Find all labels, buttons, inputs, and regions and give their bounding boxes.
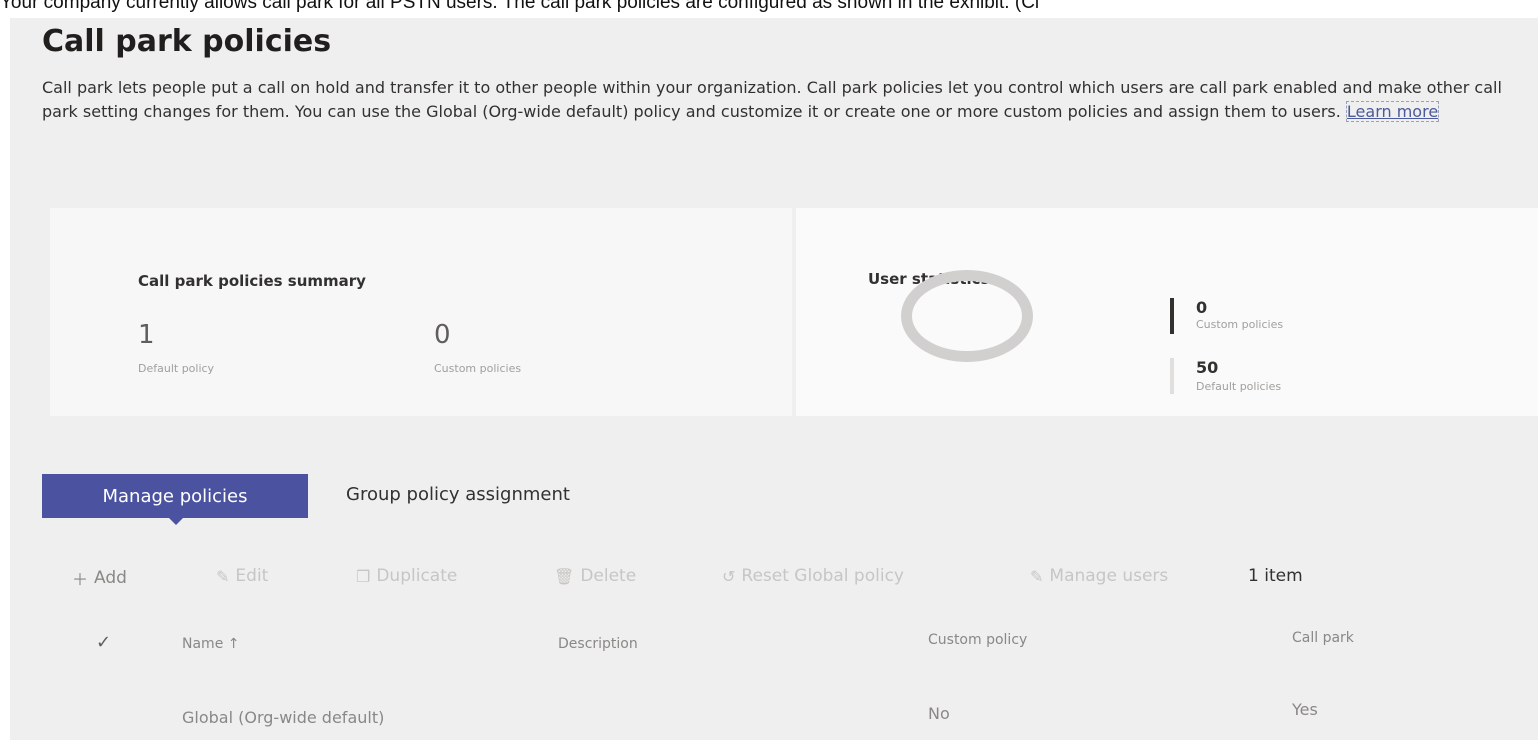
user-statistics-card: User statistics 0 Custom policies 50 Def… <box>796 208 1538 416</box>
policy-toolbar: ＋ Add ✎ Edit ❐ Duplicate 🗑 Delete ↺ Rese… <box>72 566 1472 592</box>
copy-icon: ❐ <box>356 566 371 586</box>
default-legend-marker <box>1170 358 1174 394</box>
default-users-count: 50 <box>1196 358 1219 377</box>
tab-manage-policies[interactable]: Manage policies <box>42 474 308 525</box>
custom-users-label: Custom policies <box>1196 318 1284 331</box>
learn-more-link[interactable]: Learn more <box>1345 101 1440 122</box>
summary-title: Call park policies summary <box>138 272 366 290</box>
custom-policy-label: Custom policies <box>434 362 522 375</box>
column-call-park[interactable]: Call park <box>1292 630 1354 646</box>
edit-button[interactable]: ✎ Edit <box>216 566 268 586</box>
reset-icon: ↺ <box>722 566 736 586</box>
delete-button[interactable]: 🗑 Delete <box>554 566 636 586</box>
table-header: ✓ Name ↑ Description Custom policy Call … <box>10 628 1538 672</box>
column-name[interactable]: Name ↑ <box>182 636 239 652</box>
row-custom-policy: No <box>928 704 950 723</box>
plus-icon: ＋ <box>72 570 89 589</box>
item-count: 1 item <box>1248 566 1303 586</box>
select-all-checkmark-icon[interactable]: ✓ <box>96 632 111 653</box>
edit-label: Edit <box>235 566 269 586</box>
policies-summary-card: Call park policies summary 1 Default pol… <box>50 208 792 416</box>
row-name[interactable]: Global (Org-wide default) <box>182 708 384 727</box>
default-policy-count: 1 <box>138 320 155 350</box>
table-row[interactable]: Global (Org-wide default) No Yes <box>10 694 1538 738</box>
tab-group-policy-assignment[interactable]: Group policy assignment <box>346 484 570 505</box>
default-policy-label: Default policy <box>138 362 215 375</box>
question-text: Your company currently allows call park … <box>0 0 1040 13</box>
custom-policy-count: 0 <box>434 320 451 350</box>
trash-icon: 🗑 <box>554 566 575 586</box>
page-title: Call park policies <box>42 24 332 59</box>
custom-users-count: 0 <box>1196 298 1208 317</box>
description-text: Call park lets people put a call on hold… <box>42 78 1502 121</box>
delete-label: Delete <box>580 566 637 586</box>
column-custom-policy[interactable]: Custom policy <box>928 632 1027 648</box>
add-label: Add <box>94 568 127 588</box>
reset-label: Reset Global policy <box>741 566 904 586</box>
page-description: Call park lets people put a call on hold… <box>42 76 1502 124</box>
admin-center-screenshot: Call park policies Call park lets people… <box>10 18 1538 740</box>
manage-users-button[interactable]: ✎ Manage users <box>1030 566 1168 586</box>
reset-global-button[interactable]: ↺ Reset Global policy <box>722 566 904 586</box>
edit-users-icon: ✎ <box>1030 566 1044 586</box>
custom-legend-marker <box>1170 298 1174 334</box>
row-call-park: Yes <box>1292 700 1318 719</box>
duplicate-button[interactable]: ❐ Duplicate <box>356 566 457 586</box>
manage-users-label: Manage users <box>1049 566 1169 586</box>
default-users-label: Default policies <box>1196 380 1282 393</box>
user-stats-donut-chart <box>901 270 1033 362</box>
add-button[interactable]: ＋ Add <box>72 566 127 590</box>
column-description[interactable]: Description <box>558 636 638 652</box>
pencil-icon: ✎ <box>216 566 230 586</box>
duplicate-label: Duplicate <box>376 566 458 586</box>
